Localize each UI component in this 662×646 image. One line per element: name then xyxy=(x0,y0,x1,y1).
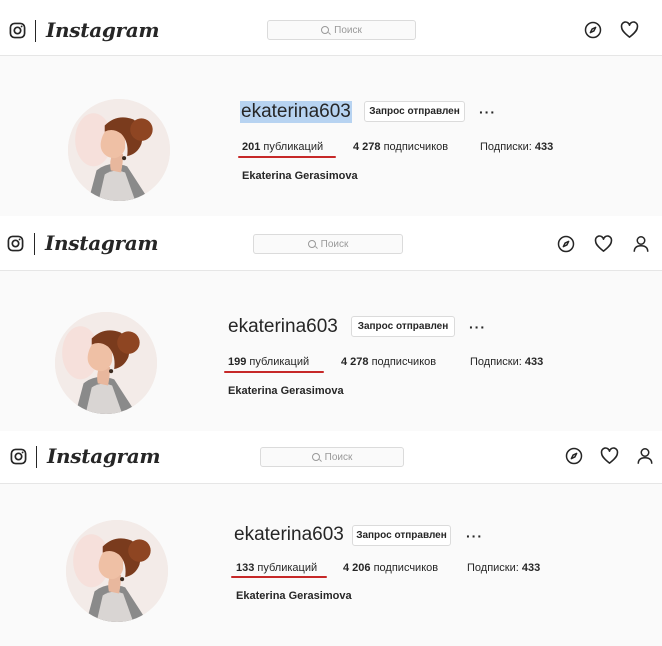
search-input[interactable]: Поиск xyxy=(267,20,416,40)
red-underline-annotation xyxy=(238,156,336,158)
avatar[interactable] xyxy=(68,99,170,201)
following-count[interactable]: Подписки: 433 xyxy=(470,356,543,368)
avatar[interactable] xyxy=(66,520,168,622)
logo-divider xyxy=(36,446,37,468)
search-placeholder: Поиск xyxy=(324,451,353,463)
instagram-camera-icon[interactable] xyxy=(9,22,26,39)
instagram-wordmark[interactable]: Instagram xyxy=(47,444,161,468)
full-name: Ekaterina Gerasimova xyxy=(236,590,352,602)
following-label: Подписки: xyxy=(470,356,522,368)
full-name: Ekaterina Gerasimova xyxy=(242,170,358,182)
username: ekaterina603 xyxy=(228,316,338,337)
activity-heart-icon[interactable] xyxy=(594,235,613,253)
following-label: Подписки: xyxy=(467,562,519,574)
followers-number: 4 278 xyxy=(353,141,381,153)
followers-count[interactable]: 4 278 подписчиков xyxy=(341,356,436,368)
full-name: Ekaterina Gerasimova xyxy=(228,385,344,397)
instagram-wordmark[interactable]: Instagram xyxy=(45,231,159,255)
followers-label: подписчиков xyxy=(383,141,449,153)
top-navbar: Instagram Поиск xyxy=(0,217,662,271)
followers-count[interactable]: 4 278 подписчиков xyxy=(353,141,448,153)
following-count[interactable]: Подписки: 433 xyxy=(480,141,553,153)
instagram-wordmark[interactable]: Instagram xyxy=(46,18,160,42)
instagram-camera-icon[interactable] xyxy=(7,235,24,252)
search-icon xyxy=(311,453,320,461)
more-options-icon[interactable]: ··· xyxy=(479,105,496,119)
following-number: 433 xyxy=(524,356,544,368)
activity-heart-icon[interactable] xyxy=(600,447,619,465)
posts-label: публикаций xyxy=(249,356,310,368)
avatar-illustration xyxy=(68,99,170,201)
avatar[interactable] xyxy=(55,312,157,414)
posts-count[interactable]: 201 публикаций xyxy=(242,141,323,153)
posts-label: публикаций xyxy=(257,562,318,574)
red-underline-annotation xyxy=(224,371,324,373)
followers-number: 4 206 xyxy=(343,562,371,574)
search-icon xyxy=(321,26,330,34)
search-icon xyxy=(307,240,316,248)
posts-label: публикаций xyxy=(263,141,324,153)
profile-person-icon[interactable] xyxy=(632,234,650,253)
followers-count[interactable]: 4 206 подписчиков xyxy=(343,562,438,574)
profile-person-icon[interactable] xyxy=(636,446,654,465)
followers-label: подписчиков xyxy=(371,356,437,368)
red-underline-annotation xyxy=(231,576,327,578)
logo-divider xyxy=(35,20,36,42)
posts-number: 133 xyxy=(236,562,255,574)
following-number: 433 xyxy=(521,562,541,574)
follow-request-sent-button[interactable]: Запрос отправлен xyxy=(364,101,465,122)
search-placeholder: Поиск xyxy=(320,238,349,250)
follow-request-sent-button[interactable]: Запрос отправлен xyxy=(351,316,455,337)
profile-header: ekaterina603 Запрос отправлен ··· 133 пу… xyxy=(0,484,662,646)
search-input[interactable]: Поиск xyxy=(260,447,404,467)
activity-heart-icon[interactable] xyxy=(620,21,639,39)
explore-compass-icon[interactable] xyxy=(565,447,583,465)
logo-divider xyxy=(34,233,35,255)
following-label: Подписки: xyxy=(480,141,532,153)
posts-count[interactable]: 133 публикаций xyxy=(236,562,317,574)
explore-compass-icon[interactable] xyxy=(584,21,602,39)
profile-header: ekaterina603 Запрос отправлен ··· 201 пу… xyxy=(0,56,662,216)
posts-number: 199 xyxy=(228,356,247,368)
top-navbar: Instagram Поиск xyxy=(0,432,662,484)
avatar-illustration xyxy=(66,520,168,622)
top-navbar: Instagram Поиск xyxy=(0,0,662,56)
posts-number: 201 xyxy=(242,141,261,153)
username: ekaterina603 xyxy=(240,101,352,123)
posts-count[interactable]: 199 публикаций xyxy=(228,356,309,368)
search-input[interactable]: Поиск xyxy=(253,234,403,254)
instagram-camera-icon[interactable] xyxy=(10,448,27,465)
profile-header: ekaterina603 Запрос отправлен ··· 199 пу… xyxy=(0,271,662,431)
more-options-icon[interactable]: ··· xyxy=(466,529,483,543)
more-options-icon[interactable]: ··· xyxy=(469,320,486,334)
follow-request-sent-button[interactable]: Запрос отправлен xyxy=(352,525,451,546)
username: ekaterina603 xyxy=(234,524,344,545)
following-number: 433 xyxy=(534,141,554,153)
followers-label: подписчиков xyxy=(373,562,439,574)
search-placeholder: Поиск xyxy=(334,24,362,36)
followers-number: 4 278 xyxy=(341,356,369,368)
explore-compass-icon[interactable] xyxy=(557,235,575,253)
following-count[interactable]: Подписки: 433 xyxy=(467,562,540,574)
avatar-illustration xyxy=(55,312,157,414)
